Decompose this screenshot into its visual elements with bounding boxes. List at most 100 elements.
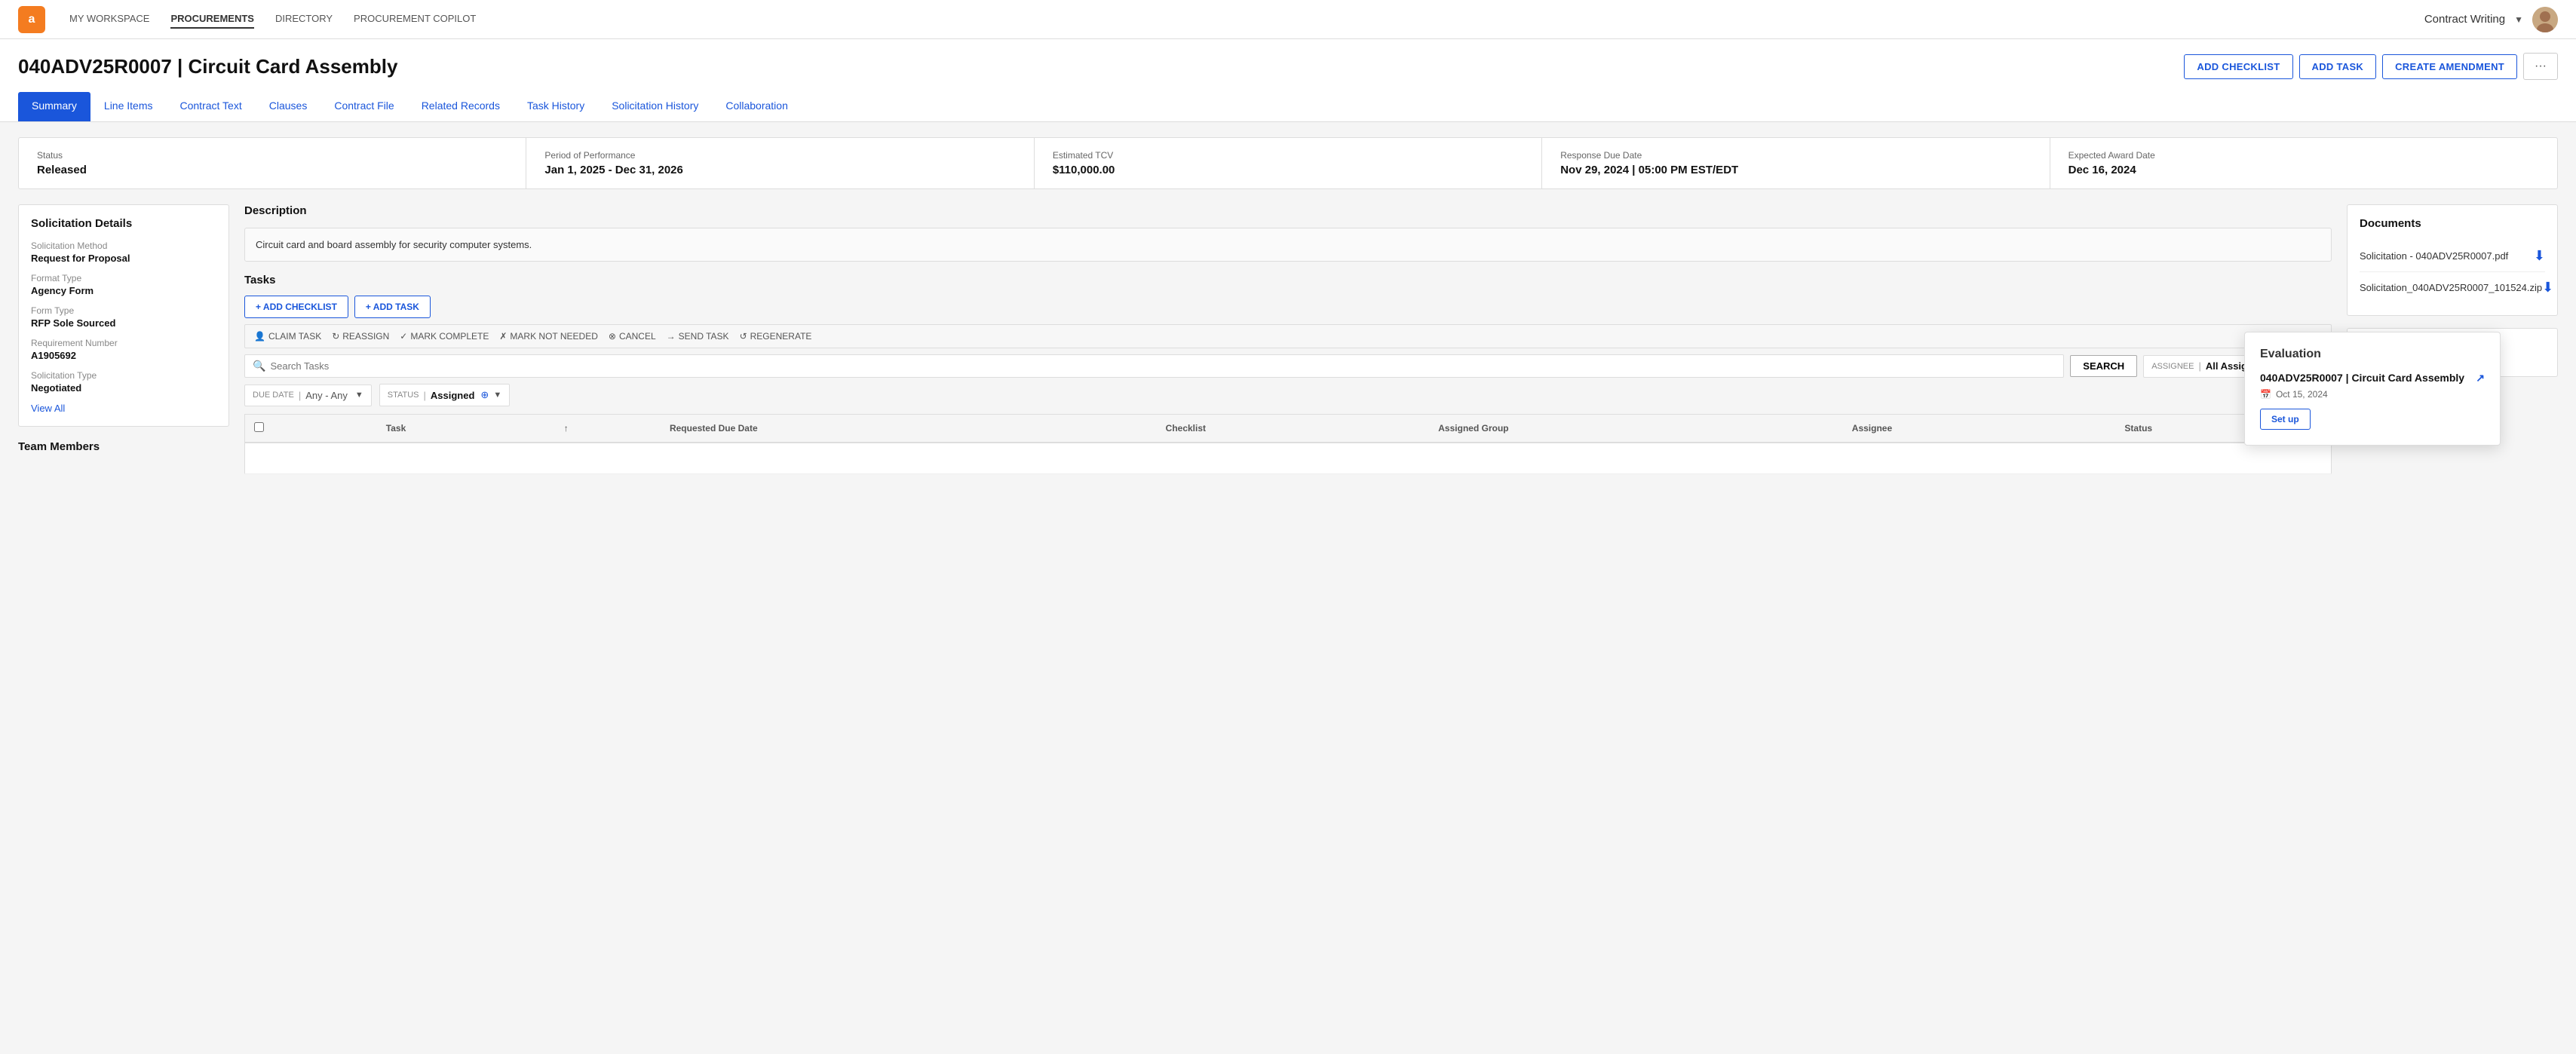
tcv-label: Estimated TCV (1053, 150, 1523, 161)
table-empty-row (245, 443, 2332, 474)
page-title: 040ADV25R0007 | Circuit Card Assembly (18, 55, 397, 78)
doc-item-1: Solicitation_040ADV25R0007_101524.zip ⬇ (2360, 272, 2545, 303)
status-cell-award: Expected Award Date Dec 16, 2024 (2050, 138, 2557, 188)
status-cell-tcv: Estimated TCV $110,000.00 (1035, 138, 1542, 188)
status-plus-icon[interactable]: ⊕ (480, 389, 489, 401)
left-col: Solicitation Details Solicitation Method… (18, 204, 229, 464)
claim-task-button[interactable]: 👤 CLAIM TASK (254, 331, 321, 342)
th-assignee: Assignee (1843, 415, 2116, 443)
tab-line-items[interactable]: Line Items (90, 92, 167, 121)
tasks-add-checklist-button[interactable]: + ADD CHECKLIST (244, 296, 348, 318)
solicitation-details-title: Solicitation Details (31, 217, 216, 230)
tasks-title: Tasks (244, 274, 2332, 286)
tcv-value: $110,000.00 (1053, 164, 1523, 176)
add-checklist-button[interactable]: ADD CHECKLIST (2184, 54, 2292, 79)
tab-contract-file[interactable]: Contract File (320, 92, 407, 121)
due-date-chevron-icon[interactable]: ▼ (355, 391, 363, 400)
solicitation-details-card: Solicitation Details Solicitation Method… (18, 204, 229, 427)
assignee-filter-label: ASSIGNEE (2151, 362, 2194, 371)
status-chevron-icon[interactable]: ▼ (493, 391, 501, 400)
th-sort[interactable]: ↑ (555, 415, 661, 443)
status-cell-period: Period of Performance Jan 1, 2025 - Dec … (526, 138, 1034, 188)
status-filter[interactable]: STATUS | Assigned ⊕ ▼ (379, 384, 510, 406)
content-grid: Solicitation Details Solicitation Method… (18, 204, 2558, 474)
tab-related-records[interactable]: Related Records (408, 92, 514, 121)
tab-task-history[interactable]: Task History (514, 92, 598, 121)
documents-card: Documents Solicitation - 040ADV25R0007.p… (2347, 204, 2558, 316)
nav-procurement-copilot[interactable]: PROCUREMENT COPILOT (354, 10, 476, 29)
solicitation-method-label: Solicitation Method (31, 241, 216, 251)
appian-logo-icon: a (18, 6, 45, 33)
requirement-number-field: Requirement Number A1905692 (31, 338, 216, 361)
avatar[interactable] (2532, 7, 2558, 32)
solicitation-type-value: Negotiated (31, 382, 216, 394)
view-all-link[interactable]: View All (31, 403, 216, 414)
appian-logo[interactable]: a (18, 6, 45, 33)
doc-item-0: Solicitation - 040ADV25R0007.pdf ⬇ (2360, 241, 2545, 272)
search-button[interactable]: SEARCH (2070, 355, 2137, 377)
filter-row: DUE DATE | Any - Any ▼ STATUS | Assigned… (244, 384, 2332, 406)
search-input[interactable] (270, 360, 2056, 372)
th-requested-due-date: Requested Due Date (661, 415, 1157, 443)
solicitation-method-value: Request for Proposal (31, 253, 216, 264)
format-type-value: Agency Form (31, 285, 216, 296)
nav-right: Contract Writing ▼ (2424, 7, 2558, 32)
solicitation-type-label: Solicitation Type (31, 370, 216, 381)
form-type-label: Form Type (31, 305, 216, 316)
th-task: Task (377, 415, 555, 443)
cancel-button[interactable]: ⊗ CANCEL (609, 331, 656, 342)
doc-name-1: Solicitation_040ADV25R0007_101524.zip (2360, 282, 2542, 293)
team-members-title: Team Members (18, 440, 229, 453)
more-options-button[interactable]: ··· (2523, 53, 2558, 80)
status-value: Released (37, 164, 508, 176)
workspace-caret-icon[interactable]: ▼ (2514, 14, 2523, 25)
reassign-button[interactable]: ↻ REASSIGN (332, 331, 389, 342)
description-title: Description (244, 204, 2332, 217)
nav-my-workspace[interactable]: MY WORKSPACE (69, 10, 149, 29)
solicitation-method-field: Solicitation Method Request for Proposal (31, 241, 216, 264)
status-label: Status (37, 150, 508, 161)
due-date-filter[interactable]: DUE DATE | Any - Any ▼ (244, 385, 372, 406)
requirement-number-value: A1905692 (31, 350, 216, 361)
status-filter-label: STATUS (388, 391, 419, 400)
tasks-add-task-button[interactable]: + ADD TASK (354, 296, 431, 318)
workspace-title: Contract Writing (2424, 13, 2505, 26)
tab-summary[interactable]: Summary (18, 92, 90, 121)
form-type-field: Form Type RFP Sole Sourced (31, 305, 216, 329)
setup-button[interactable]: Set up (2260, 409, 2311, 430)
create-amendment-button[interactable]: CREATE AMENDMENT (2382, 54, 2517, 79)
external-link-icon[interactable]: ↗ (2476, 372, 2485, 385)
tasks-actions-bar: 👤 CLAIM TASK ↻ REASSIGN ✓ MARK COMPLETE … (244, 324, 2332, 348)
page-title-actions: ADD CHECKLIST ADD TASK CREATE AMENDMENT … (2184, 53, 2558, 80)
middle-col: Description Circuit card and board assem… (244, 204, 2332, 474)
award-label: Expected Award Date (2068, 150, 2539, 161)
add-task-button[interactable]: ADD TASK (2299, 54, 2377, 79)
award-value: Dec 16, 2024 (2068, 164, 2539, 176)
select-all-checkbox[interactable] (254, 422, 264, 432)
nav-directory[interactable]: DIRECTORY (275, 10, 333, 29)
send-icon: → (667, 331, 676, 342)
tab-solicitation-history[interactable]: Solicitation History (598, 92, 712, 121)
form-type-value: RFP Sole Sourced (31, 317, 216, 329)
tab-contract-text[interactable]: Contract Text (167, 92, 256, 121)
tasks-section: Tasks + ADD CHECKLIST + ADD TASK 👤 CLAIM… (244, 274, 2332, 474)
nav-links: MY WORKSPACE PROCUREMENTS DIRECTORY PROC… (69, 10, 476, 29)
mark-complete-button[interactable]: ✓ MARK COMPLETE (400, 331, 489, 342)
tasks-toolbar: + ADD CHECKLIST + ADD TASK (244, 296, 2332, 318)
search-input-wrap: 🔍 (244, 354, 2064, 378)
download-icon-0[interactable]: ⬇ (2534, 248, 2545, 264)
mark-not-needed-button[interactable]: ✗ MARK NOT NEEDED (499, 331, 598, 342)
tab-clauses[interactable]: Clauses (256, 92, 321, 121)
documents-title: Documents (2360, 217, 2545, 230)
checkmark-icon: ✓ (400, 331, 407, 342)
eval-date: 📅 Oct 15, 2024 (2260, 389, 2485, 400)
due-date-value: Any - Any (305, 390, 348, 401)
nav-procurements[interactable]: PROCUREMENTS (170, 10, 254, 29)
download-icon-1[interactable]: ⬇ (2542, 280, 2553, 296)
tasks-search-row: 🔍 SEARCH ASSIGNEE | All Assignee ⊕ ▼ ⊟ ↺ (244, 354, 2332, 378)
tab-collaboration[interactable]: Collaboration (712, 92, 802, 121)
send-task-button[interactable]: → SEND TASK (667, 331, 729, 342)
regenerate-button[interactable]: ↺ REGENERATE (740, 331, 812, 342)
doc-name-0: Solicitation - 040ADV25R0007.pdf (2360, 250, 2508, 262)
nav-left: a MY WORKSPACE PROCUREMENTS DIRECTORY PR… (18, 6, 476, 33)
